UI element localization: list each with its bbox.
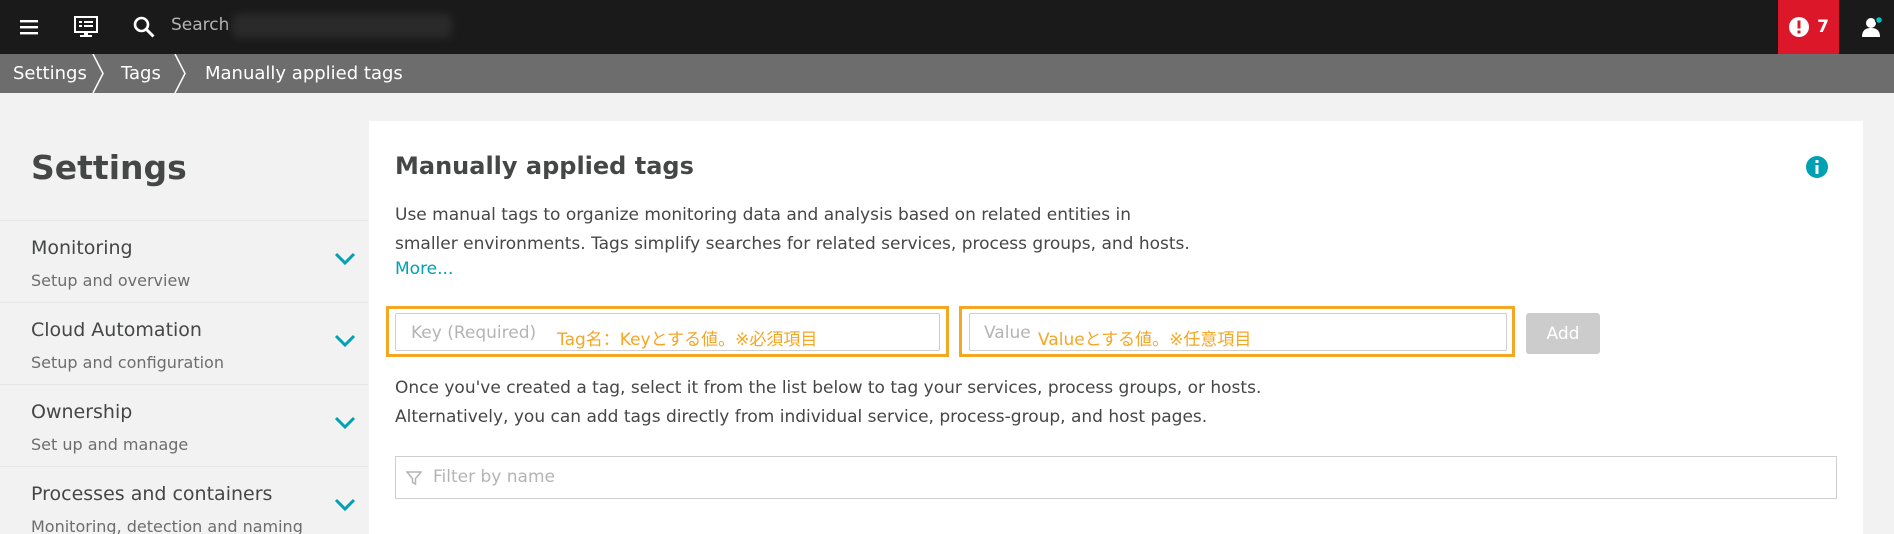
sidebar-item-monitoring[interactable]: Monitoring Setup and overview <box>0 220 368 302</box>
monitor-icon <box>74 16 98 37</box>
search-redacted-text <box>232 14 452 38</box>
breadcrumb: Settings Tags Manually applied tags <box>0 54 1894 93</box>
sidebar-item-processes-containers[interactable]: Processes and containers Monitoring, det… <box>0 466 368 534</box>
sidebar-item-label: Ownership <box>31 401 133 423</box>
help-text: Once you've created a tag, select it fro… <box>395 374 1595 432</box>
filter-input[interactable]: Filter by name <box>395 456 1837 499</box>
filter-placeholder: Filter by name <box>433 467 555 487</box>
key-highlight-frame <box>386 306 949 357</box>
breadcrumb-settings[interactable]: Settings <box>13 54 87 93</box>
menu-button[interactable] <box>10 0 48 54</box>
description-line: smaller environments. Tags simplify sear… <box>395 234 1190 254</box>
sidebar-item-label: Cloud Automation <box>31 319 202 341</box>
help-line: Once you've created a tag, select it fro… <box>395 378 1262 398</box>
page-title: Manually applied tags <box>395 152 694 180</box>
sidebar-item-subtitle: Set up and manage <box>31 435 189 454</box>
value-highlight-frame <box>959 306 1515 357</box>
main-panel: Manually applied tags Use manual tags to… <box>369 121 1863 534</box>
help-line: Alternatively, you can add tags directly… <box>395 407 1208 427</box>
sidebar-item-label: Processes and containers <box>31 483 273 505</box>
add-tag-button[interactable]: Add <box>1526 313 1600 354</box>
user-icon <box>1862 16 1884 37</box>
problems-button[interactable]: 7 <box>1778 0 1839 54</box>
info-icon[interactable] <box>1805 155 1829 179</box>
breadcrumb-current: Manually applied tags <box>205 63 403 84</box>
chevron-down-icon <box>334 334 356 348</box>
more-link[interactable]: More... <box>395 259 453 279</box>
search-button[interactable] <box>124 0 164 54</box>
breadcrumb-separator-icon <box>174 54 186 93</box>
alert-icon <box>1789 17 1810 37</box>
dashboards-button[interactable] <box>66 0 106 54</box>
problems-count: 7 <box>1817 17 1829 37</box>
sidebar-item-label: Monitoring <box>31 237 133 259</box>
filter-icon <box>406 471 422 486</box>
menu-icon <box>20 20 38 35</box>
sidebar-item-ownership[interactable]: Ownership Set up and manage <box>0 384 368 466</box>
description-line: Use manual tags to organize monitoring d… <box>395 205 1132 225</box>
user-button[interactable] <box>1852 0 1894 54</box>
chevron-down-icon <box>334 498 356 512</box>
chevron-down-icon <box>334 252 356 266</box>
sidebar-item-cloud-automation[interactable]: Cloud Automation Setup and configuration <box>0 302 368 384</box>
page-description: Use manual tags to organize monitoring d… <box>395 201 1235 259</box>
breadcrumb-separator-icon <box>92 54 104 93</box>
top-bar: Search 7 <box>0 0 1894 54</box>
breadcrumb-tags[interactable]: Tags <box>121 54 161 93</box>
sidebar-title: Settings <box>31 148 187 187</box>
sidebar-item-subtitle: Monitoring, detection and naming <box>31 517 303 534</box>
search-icon <box>133 16 155 38</box>
chevron-down-icon <box>334 416 356 430</box>
sidebar-item-subtitle: Setup and configuration <box>31 353 224 372</box>
search-input[interactable]: Search <box>171 15 229 35</box>
sidebar-item-subtitle: Setup and overview <box>31 271 191 290</box>
